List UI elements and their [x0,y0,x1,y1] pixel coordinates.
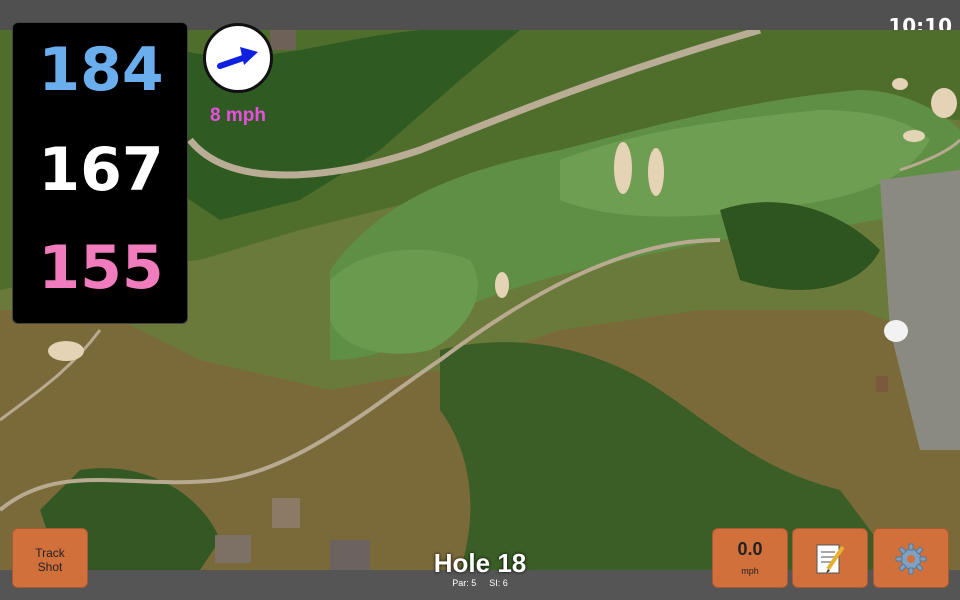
scorecard-button[interactable] [792,528,868,588]
distance-panel: 184 167 155 [12,22,188,324]
hole-par: Par: 5 [452,578,477,588]
speed-value: 0.0 [737,539,763,559]
track-shot-label-line2: Shot [37,560,63,574]
gear-icon [895,543,927,575]
track-shot-label-line1: Track [35,546,65,560]
distance-back: 184 [38,35,164,105]
hole-si: SI: 6 [489,578,508,588]
wind-indicator [203,23,273,93]
hole-title: Hole 18 [433,548,527,578]
track-shot-button[interactable]: Track Shot [12,528,88,588]
distance-center: 167 [38,135,164,205]
wind-arrow-icon [217,47,258,69]
hole-details: Par: 5 SI: 6 [380,578,580,588]
settings-button[interactable] [873,528,949,588]
wind-speed-label: 8 mph [210,105,266,126]
speed-button[interactable]: 0.0 mph [712,528,788,588]
speed-unit: mph [741,566,759,576]
notepad-pencil-icon [816,544,845,574]
distance-front: 155 [38,233,164,303]
